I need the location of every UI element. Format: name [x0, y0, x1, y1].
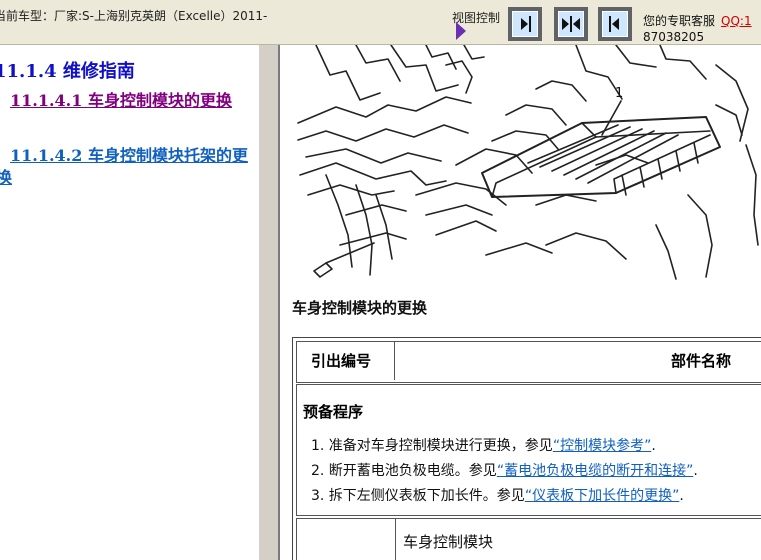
- arrow-left-bar-icon: [609, 16, 619, 32]
- procedure-step: 1. 准备对车身控制模块进行更换，参见“控制模块参考”.: [311, 438, 656, 454]
- pane-splitter[interactable]: [258, 45, 280, 560]
- view-control-arrow-icon[interactable]: [456, 22, 466, 40]
- row-ref-cell: [297, 519, 396, 560]
- toc-link-bcm-bracket-replacement[interactable]: 11.1.4.2 车身控制模块托架的更换: [0, 145, 258, 189]
- column-header-part-name: 部件名称: [671, 352, 732, 370]
- current-vehicle-label: 当前车型：厂家:S-上海别克英朗（Excelle）2011-: [0, 9, 268, 23]
- procedure-table: 引出编号 部件名称 预备程序 1. 准备对车身控制模块进行更换，参见“控制模块参…: [292, 337, 761, 560]
- table-header-row: 引出编号 部件名称: [296, 341, 761, 383]
- arrow-right-bar-icon: [521, 16, 531, 32]
- link-control-module-reference[interactable]: “控制模块参考”: [553, 438, 652, 454]
- qq-link[interactable]: QQ:1: [721, 14, 752, 28]
- section-title: 车身控制模块的更换: [292, 299, 428, 317]
- toc-pane: 11.1.4 维修指南 11.1.4.1 车身控制模块的更换 11.1.4.2 …: [0, 45, 258, 560]
- top-toolbar: 当前车型：厂家:S-上海别克英朗（Excelle）2011- 视图控制 您的专职…: [0, 0, 761, 45]
- procedure-step: 2. 断开蓄电池负极电缆。参见“蓄电池负极电缆的断开和连接”.: [311, 463, 698, 479]
- table-row: 车身控制模块: [296, 518, 761, 560]
- split-arrows-icon: [562, 16, 580, 32]
- bcm-location-illustration: 1: [297, 45, 759, 280]
- expand-left-pane-button[interactable]: [598, 7, 632, 41]
- support-label: 您的专职客服: [643, 14, 716, 28]
- support-contact: 您的专职客服 QQ:1: [643, 12, 752, 29]
- support-phone: 87038205: [643, 30, 705, 44]
- link-battery-cable-disconnect[interactable]: “蓄电池负极电缆的断开和连接”: [497, 463, 694, 479]
- link-knee-bolster-extension-replacement[interactable]: “仪表板下加长件的更换”: [525, 488, 680, 504]
- procedure-step: 3. 拆下左侧仪表板下加长件。参见“仪表板下加长件的更换”.: [311, 488, 684, 504]
- column-header-ref-number: 引出编号: [297, 342, 395, 380]
- preparation-row: 预备程序 1. 准备对车身控制模块进行更换，参见“控制模块参考”. 2. 断开蓄…: [296, 384, 761, 516]
- expand-right-pane-button[interactable]: [508, 7, 542, 41]
- content-pane: 1 车身控制模块的更换 引出编号 部件名称 预备程序 1. 准备对车身控制模块进…: [282, 45, 761, 560]
- row-part-name: 车身控制模块: [403, 533, 494, 551]
- split-view-button[interactable]: [554, 7, 588, 41]
- figure-callout-number: 1: [615, 86, 623, 101]
- preparation-title: 预备程序: [303, 403, 364, 421]
- toc-title: 11.1.4 维修指南: [0, 61, 135, 82]
- toc-link-bcm-replacement[interactable]: 11.1.4.1 车身控制模块的更换: [0, 90, 258, 112]
